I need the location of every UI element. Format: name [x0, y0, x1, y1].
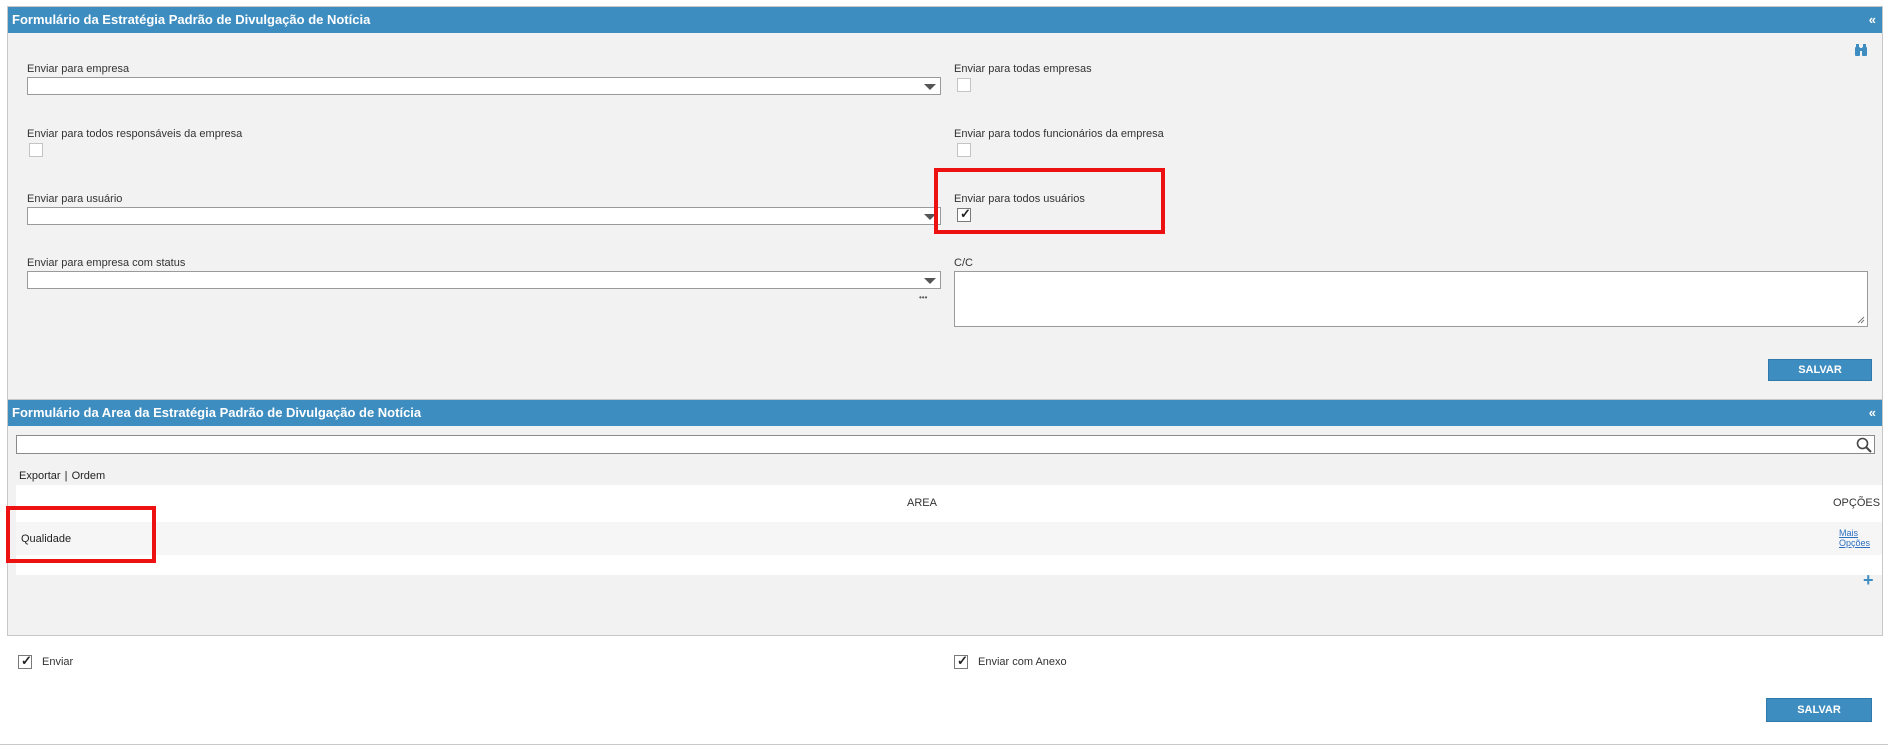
send-to-company-status-select[interactable] [27, 271, 941, 289]
table-toolbar: Exportar | Ordem [19, 470, 105, 482]
check-icon: ✓ [957, 653, 968, 668]
send-to-user-select[interactable] [27, 207, 941, 225]
order-link[interactable]: Ordem [72, 470, 106, 482]
strategy-form-title: Formulário da Estratégia Padrão de Divul… [12, 12, 371, 27]
area-form-title: Formulário da Area da Estratégia Padrão … [12, 405, 422, 420]
search-icon[interactable] [1856, 437, 1872, 453]
binoculars-icon[interactable] [1854, 43, 1868, 57]
send-to-all-companies-checkbox[interactable] [957, 78, 971, 92]
send-with-attachment-label: Enviar com Anexo [978, 656, 1067, 668]
resize-handle-icon[interactable] [1857, 316, 1865, 324]
send-with-attachment-checkbox[interactable]: ✓ [954, 653, 968, 669]
table-row[interactable]: Qualidade Mais Opções [16, 522, 1882, 555]
send-to-all-company-employees-label: Enviar para todos funcionários da empres… [954, 128, 1164, 140]
send-to-all-companies-label: Enviar para todas empresas [954, 63, 1092, 75]
export-link[interactable]: Exportar [19, 470, 61, 482]
check-icon: ✓ [21, 653, 32, 668]
send-label: Enviar [42, 656, 74, 668]
more-options-icon[interactable]: ••• [919, 293, 927, 302]
chevron-down-icon [924, 278, 936, 284]
column-header-options: OPÇÕES [1833, 497, 1881, 509]
plus-icon[interactable]: + [1863, 570, 1874, 591]
send-checkbox[interactable]: ✓ [18, 653, 32, 669]
area-form-header: Formulário da Area da Estratégia Padrão … [8, 400, 1882, 426]
column-header-area[interactable]: AREA [16, 497, 1828, 509]
bottom-divider [0, 744, 1888, 745]
highlight-box [934, 168, 1165, 234]
send-to-company-select[interactable] [27, 77, 941, 95]
send-to-user-label: Enviar para usuário [27, 193, 123, 205]
send-to-company-label: Enviar para empresa [27, 63, 130, 75]
toolbar-separator: | [64, 470, 68, 482]
send-to-all-company-employees-checkbox[interactable] [957, 143, 971, 157]
area-table: AREA OPÇÕES Qualidade Mais Opções [16, 485, 1882, 575]
send-to-company-status-label: Enviar para empresa com status [27, 257, 186, 269]
cc-textarea[interactable] [954, 271, 1868, 327]
search-input[interactable] [16, 435, 1875, 454]
send-to-all-company-managers-checkbox[interactable] [29, 143, 43, 157]
area-form-panel: Formulário da Area da Estratégia Padrão … [7, 399, 1883, 636]
chevron-down-icon [924, 84, 936, 90]
collapse-icon[interactable]: « [1869, 400, 1876, 426]
more-options-line1[interactable]: Mais [1839, 528, 1870, 538]
strategy-form-header: Formulário da Estratégia Padrão de Divul… [8, 7, 1882, 33]
save-button[interactable]: SALVAR [1768, 359, 1872, 381]
collapse-icon[interactable]: « [1869, 7, 1876, 33]
send-to-all-company-managers-label: Enviar para todos responsáveis da empres… [27, 128, 243, 140]
highlight-box [6, 506, 156, 563]
footer-save-button[interactable]: SALVAR [1766, 698, 1872, 722]
more-options-link[interactable]: Mais Opções [1839, 528, 1870, 548]
more-options-line2[interactable]: Opções [1839, 538, 1870, 548]
table-header-row: AREA OPÇÕES [16, 485, 1882, 522]
cc-label: C/C [954, 257, 973, 269]
